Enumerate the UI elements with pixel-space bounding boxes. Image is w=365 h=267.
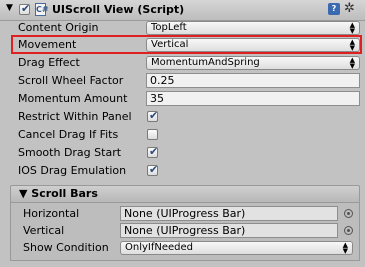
horizontal-label: Horizontal xyxy=(23,207,80,220)
scroll-wheel-factor-label: Scroll Wheel Factor xyxy=(18,74,124,87)
movement-highlight-box xyxy=(11,35,362,54)
content-origin-value: TopLeft xyxy=(151,22,187,33)
help-icon[interactable]: ? xyxy=(328,3,340,15)
dropdown-arrows-icon: ▲ ▼ xyxy=(342,241,348,255)
ios-drag-emulation-label: IOS Drag Emulation xyxy=(18,164,127,177)
vertical-label: Vertical xyxy=(23,224,65,237)
restrict-within-panel-checkbox[interactable]: ✔ xyxy=(147,109,159,122)
smooth-drag-start-row: Smooth Drag Start ✔ xyxy=(0,144,365,162)
component-header: ▼ ✔ C# UIScroll View (Script) ? ✲ xyxy=(0,0,365,21)
check-icon: ✔ xyxy=(149,145,159,158)
object-picker-icon[interactable] xyxy=(344,226,353,235)
dropdown-arrows-icon: ▲ ▼ xyxy=(349,56,355,70)
drag-effect-dropdown[interactable]: MomentumAndSpring ▲ ▼ xyxy=(146,56,360,70)
cancel-drag-if-fits-checkbox[interactable] xyxy=(147,129,158,140)
scroll-bars-foldout[interactable]: ▼ Scroll Bars xyxy=(10,185,360,203)
momentum-amount-label: Momentum Amount xyxy=(18,92,128,105)
script-icon: C# xyxy=(35,3,49,16)
content-origin-dropdown[interactable]: TopLeft ▲ ▼ xyxy=(146,21,360,35)
show-condition-row: Show Condition OnlyIfNeeded ▲ ▼ xyxy=(0,239,365,257)
check-icon: ✔ xyxy=(21,2,31,15)
cancel-drag-if-fits-row: Cancel Drag If Fits xyxy=(0,126,365,144)
scroll-wheel-factor-input[interactable]: 0.25 xyxy=(146,73,360,88)
component-title: UIScroll View (Script) xyxy=(52,3,185,16)
show-condition-label: Show Condition xyxy=(23,241,109,254)
horizontal-scrollbar-field[interactable]: None (UIProgress Bar) xyxy=(120,206,338,221)
smooth-drag-start-label: Smooth Drag Start xyxy=(18,146,122,159)
show-condition-value: OnlyIfNeeded xyxy=(125,242,194,253)
foldout-arrow-icon[interactable]: ▼ xyxy=(6,3,13,13)
object-picker-icon[interactable] xyxy=(344,209,353,218)
momentum-amount-row: Momentum Amount 35 xyxy=(0,90,365,108)
dropdown-arrows-icon: ▲ ▼ xyxy=(349,21,355,35)
restrict-within-panel-label: Restrict Within Panel xyxy=(18,110,132,123)
check-icon: ✔ xyxy=(149,163,159,176)
gear-icon[interactable]: ✲ xyxy=(344,1,355,16)
scroll-bars-title: ▼ Scroll Bars xyxy=(19,187,98,200)
drag-effect-row: Drag Effect MomentumAndSpring ▲ ▼ xyxy=(0,54,365,72)
drag-effect-label: Drag Effect xyxy=(18,56,80,69)
check-icon: ✔ xyxy=(149,109,159,122)
scroll-wheel-factor-row: Scroll Wheel Factor 0.25 xyxy=(0,72,365,90)
vertical-scrollbar-field[interactable]: None (UIProgress Bar) xyxy=(120,223,338,238)
component-enabled-checkbox[interactable]: ✔ xyxy=(19,2,31,15)
vertical-scrollbar-row: Vertical None (UIProgress Bar) xyxy=(0,222,365,240)
cancel-drag-if-fits-label: Cancel Drag If Fits xyxy=(18,128,119,141)
horizontal-scrollbar-row: Horizontal None (UIProgress Bar) xyxy=(0,205,365,223)
drag-effect-value: MomentumAndSpring xyxy=(151,57,260,68)
restrict-within-panel-row: Restrict Within Panel ✔ xyxy=(0,108,365,126)
show-condition-dropdown[interactable]: OnlyIfNeeded ▲ ▼ xyxy=(120,241,353,255)
content-origin-label: Content Origin xyxy=(18,21,99,34)
smooth-drag-start-checkbox[interactable]: ✔ xyxy=(147,145,159,158)
momentum-amount-input[interactable]: 35 xyxy=(146,91,360,106)
ios-drag-emulation-row: IOS Drag Emulation ✔ xyxy=(0,162,365,180)
ios-drag-emulation-checkbox[interactable]: ✔ xyxy=(147,163,159,176)
